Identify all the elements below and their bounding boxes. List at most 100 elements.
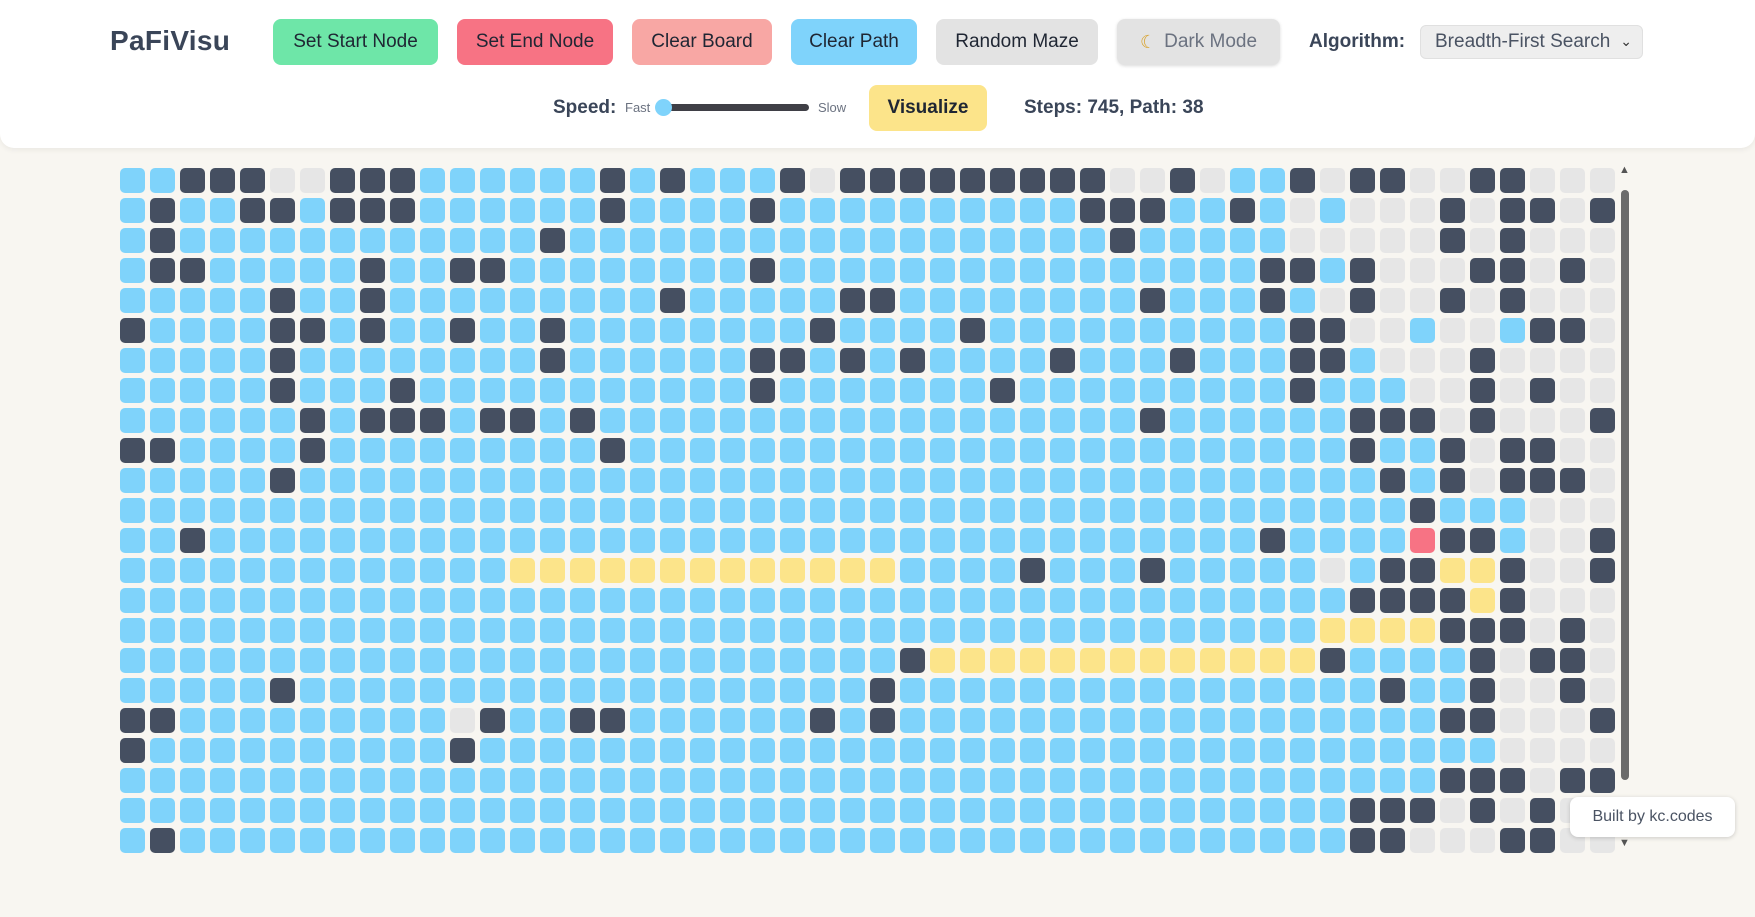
visited-cell[interactable] — [150, 288, 175, 313]
visited-cell[interactable] — [1200, 798, 1225, 823]
visited-cell[interactable] — [660, 348, 685, 373]
visited-cell[interactable] — [630, 528, 655, 553]
wall-cell[interactable] — [900, 348, 925, 373]
wall-cell[interactable] — [1320, 648, 1345, 673]
visited-cell[interactable] — [720, 588, 745, 613]
visited-cell[interactable] — [210, 438, 235, 463]
visited-cell[interactable] — [1110, 678, 1135, 703]
visited-cell[interactable] — [270, 708, 295, 733]
visited-cell[interactable] — [270, 528, 295, 553]
visited-cell[interactable] — [1350, 348, 1375, 373]
visited-cell[interactable] — [1200, 738, 1225, 763]
wall-cell[interactable] — [570, 408, 595, 433]
path-cell[interactable] — [1140, 648, 1165, 673]
visited-cell[interactable] — [720, 198, 745, 223]
visited-cell[interactable] — [330, 648, 355, 673]
visited-cell[interactable] — [510, 378, 535, 403]
wall-cell[interactable] — [330, 198, 355, 223]
visited-cell[interactable] — [210, 588, 235, 613]
visited-cell[interactable] — [810, 618, 835, 643]
wall-cell[interactable] — [1500, 438, 1525, 463]
visited-cell[interactable] — [600, 678, 625, 703]
visited-cell[interactable] — [660, 198, 685, 223]
unvisited-cell[interactable] — [1500, 738, 1525, 763]
unvisited-cell[interactable] — [1470, 288, 1495, 313]
visited-cell[interactable] — [900, 288, 925, 313]
wall-cell[interactable] — [270, 468, 295, 493]
visited-cell[interactable] — [360, 648, 385, 673]
visited-cell[interactable] — [240, 528, 265, 553]
visited-cell[interactable] — [1140, 798, 1165, 823]
unvisited-cell[interactable] — [1590, 678, 1615, 703]
visited-cell[interactable] — [270, 498, 295, 523]
wall-cell[interactable] — [1440, 708, 1465, 733]
visited-cell[interactable] — [540, 468, 565, 493]
visited-cell[interactable] — [750, 618, 775, 643]
visited-cell[interactable] — [540, 528, 565, 553]
wall-cell[interactable] — [870, 708, 895, 733]
visited-cell[interactable] — [540, 618, 565, 643]
visited-cell[interactable] — [1380, 438, 1405, 463]
visited-cell[interactable] — [630, 708, 655, 733]
visited-cell[interactable] — [1200, 198, 1225, 223]
wall-cell[interactable] — [120, 708, 145, 733]
visited-cell[interactable] — [1140, 318, 1165, 343]
visited-cell[interactable] — [300, 828, 325, 853]
visited-cell[interactable] — [390, 738, 415, 763]
wall-cell[interactable] — [480, 408, 505, 433]
visited-cell[interactable] — [780, 738, 805, 763]
wall-cell[interactable] — [1080, 168, 1105, 193]
visited-cell[interactable] — [690, 738, 715, 763]
visited-cell[interactable] — [480, 558, 505, 583]
visited-cell[interactable] — [690, 228, 715, 253]
visited-cell[interactable] — [360, 438, 385, 463]
visited-cell[interactable] — [1080, 438, 1105, 463]
visited-cell[interactable] — [990, 768, 1015, 793]
unvisited-cell[interactable] — [1140, 168, 1165, 193]
visited-cell[interactable] — [420, 318, 445, 343]
visited-cell[interactable] — [570, 678, 595, 703]
unvisited-cell[interactable] — [1410, 228, 1435, 253]
path-cell[interactable] — [960, 648, 985, 673]
unvisited-cell[interactable] — [1470, 828, 1495, 853]
visited-cell[interactable] — [300, 258, 325, 283]
visited-cell[interactable] — [390, 288, 415, 313]
visited-cell[interactable] — [1110, 468, 1135, 493]
visited-cell[interactable] — [720, 648, 745, 673]
visited-cell[interactable] — [1080, 258, 1105, 283]
visited-cell[interactable] — [420, 828, 445, 853]
visited-cell[interactable] — [1290, 798, 1315, 823]
visited-cell[interactable] — [690, 198, 715, 223]
visited-cell[interactable] — [1020, 288, 1045, 313]
visited-cell[interactable] — [360, 558, 385, 583]
visited-cell[interactable] — [600, 348, 625, 373]
visited-cell[interactable] — [120, 558, 145, 583]
unvisited-cell[interactable] — [1440, 168, 1465, 193]
unvisited-cell[interactable] — [1470, 228, 1495, 253]
visited-cell[interactable] — [870, 438, 895, 463]
visited-cell[interactable] — [720, 768, 745, 793]
wall-cell[interactable] — [1320, 318, 1345, 343]
path-cell[interactable] — [1350, 618, 1375, 643]
visited-cell[interactable] — [300, 288, 325, 313]
visited-cell[interactable] — [510, 438, 535, 463]
visited-cell[interactable] — [1200, 618, 1225, 643]
visited-cell[interactable] — [630, 198, 655, 223]
visited-cell[interactable] — [1200, 438, 1225, 463]
visited-cell[interactable] — [600, 258, 625, 283]
visited-cell[interactable] — [1260, 828, 1285, 853]
visited-cell[interactable] — [810, 408, 835, 433]
visited-cell[interactable] — [420, 768, 445, 793]
visited-cell[interactable] — [330, 618, 355, 643]
visited-cell[interactable] — [1350, 558, 1375, 583]
visited-cell[interactable] — [1080, 318, 1105, 343]
dark-mode-button[interactable]: ☾ Dark Mode — [1117, 19, 1280, 65]
visited-cell[interactable] — [1230, 798, 1255, 823]
visited-cell[interactable] — [1260, 408, 1285, 433]
visited-cell[interactable] — [1320, 468, 1345, 493]
path-cell[interactable] — [570, 558, 595, 583]
visited-cell[interactable] — [780, 798, 805, 823]
visited-cell[interactable] — [1170, 768, 1195, 793]
visited-cell[interactable] — [570, 228, 595, 253]
visited-cell[interactable] — [1410, 468, 1435, 493]
